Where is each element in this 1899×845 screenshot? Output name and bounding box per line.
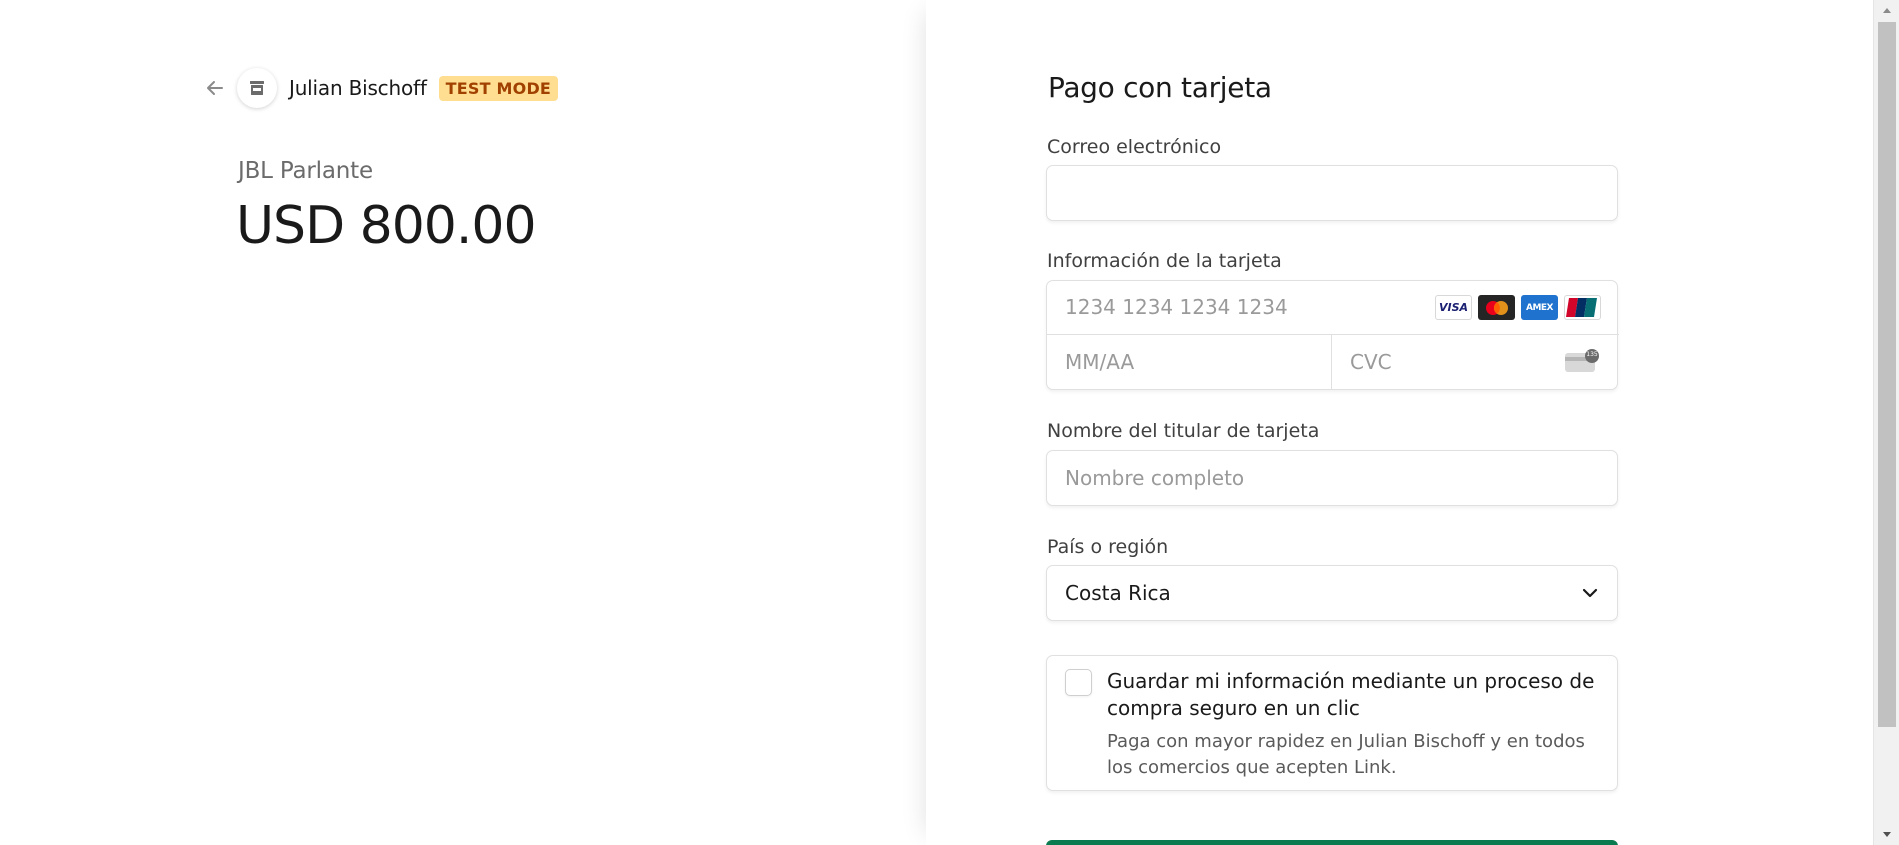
merchant-name: Julian Bischoff [289, 76, 427, 100]
mastercard-icon [1478, 295, 1515, 320]
form-title: Pago con tarjeta [1048, 71, 1272, 104]
country-select[interactable]: Costa Rica [1046, 565, 1618, 621]
merchant-header: Julian Bischoff TEST MODE [203, 68, 559, 108]
page-scrollbar[interactable] [1873, 0, 1899, 845]
link-save-info-box: Guardar mi información mediante un proce… [1046, 655, 1618, 791]
save-info-description: Paga con mayor rapidez en Julian Bischof… [1107, 731, 1585, 778]
card-info-label: Información de la tarjeta [1047, 250, 1282, 272]
unionpay-icon [1564, 295, 1601, 320]
save-info-checkbox[interactable] [1065, 669, 1092, 696]
scrollbar-thumb[interactable] [1878, 22, 1896, 727]
card-info-group: 1234 1234 1234 1234 VISA AMEX MM/AA CVC … [1046, 280, 1619, 390]
cvc-card-icon: 135 [1564, 349, 1600, 373]
email-field[interactable] [1046, 165, 1618, 221]
pay-button[interactable] [1046, 840, 1618, 845]
card-number-placeholder: 1234 1234 1234 1234 [1065, 295, 1288, 319]
card-cvc-field[interactable]: CVC 135 [1332, 335, 1618, 390]
cardholder-name-field[interactable] [1046, 450, 1618, 506]
country-selected-value: Costa Rica [1065, 581, 1171, 605]
order-summary-panel: Julian Bischoff TEST MODE JBL Parlante U… [0, 0, 926, 845]
arrow-left-icon[interactable] [203, 76, 227, 100]
payment-panel: Pago con tarjeta Correo electrónico Info… [926, 0, 1873, 845]
save-info-title: Guardar mi información mediante un proce… [1107, 669, 1595, 720]
test-mode-badge: TEST MODE [438, 75, 559, 101]
product-name: JBL Parlante [238, 158, 373, 184]
card-expiry-placeholder: MM/AA [1065, 350, 1135, 374]
cvc-badge-label: 135 [1586, 351, 1598, 358]
card-brands: VISA AMEX [1435, 295, 1601, 320]
card-number-field[interactable]: 1234 1234 1234 1234 VISA AMEX [1047, 281, 1619, 335]
scroll-up-icon[interactable] [1874, 0, 1899, 20]
visa-icon: VISA [1435, 295, 1472, 320]
store-icon [237, 68, 277, 108]
chevron-down-icon [1581, 584, 1599, 606]
email-label: Correo electrónico [1047, 136, 1222, 158]
card-cvc-placeholder: CVC [1350, 350, 1392, 374]
cardholder-label: Nombre del titular de tarjeta [1047, 420, 1320, 442]
country-label: País o región [1047, 536, 1169, 558]
card-expiry-field[interactable]: MM/AA [1047, 335, 1332, 390]
scroll-down-icon[interactable] [1874, 825, 1899, 845]
amex-icon: AMEX [1521, 295, 1558, 320]
product-price: USD 800.00 [236, 196, 537, 256]
checkout-page: Julian Bischoff TEST MODE JBL Parlante U… [0, 0, 1899, 845]
